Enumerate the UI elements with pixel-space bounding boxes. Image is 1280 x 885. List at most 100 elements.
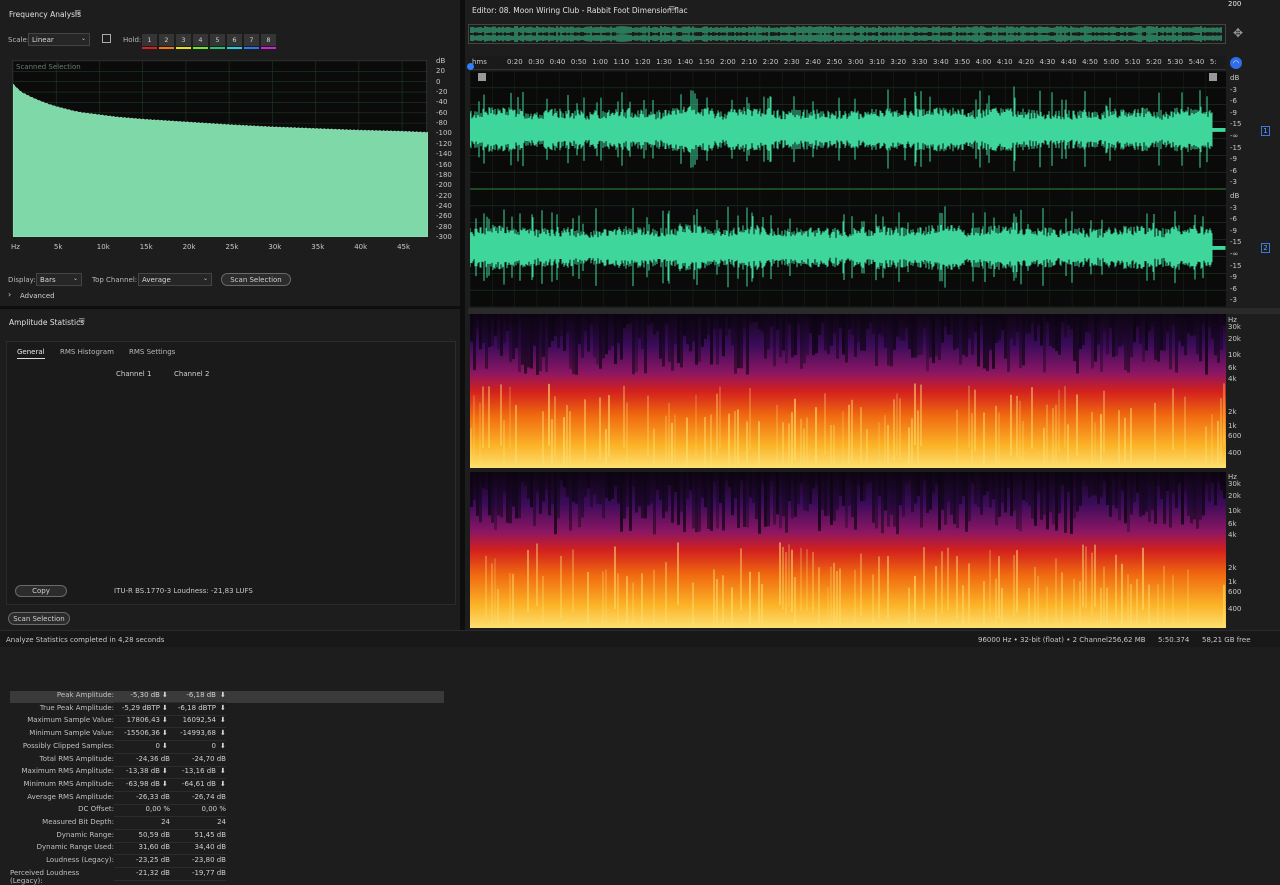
- fade-out-handle[interactable]: [1209, 73, 1217, 81]
- scale-select[interactable]: Linear ⌄: [28, 33, 90, 46]
- spectrogram-column: [908, 314, 911, 350]
- find-icon[interactable]: ⬇: [162, 780, 168, 788]
- copy-graph-icon[interactable]: [102, 34, 111, 43]
- spectrogram-column: [608, 395, 610, 457]
- menu-icon[interactable]: ≡: [74, 8, 82, 18]
- spectrogram-column: [974, 314, 977, 332]
- find-icon[interactable]: ⬇: [162, 742, 168, 750]
- spectrogram-column: [650, 314, 653, 323]
- top-channel-value: Average: [142, 275, 171, 284]
- spectrogram-column: [932, 314, 935, 363]
- channel-2-value: 34,40 dB: [194, 843, 226, 852]
- hold-button-3[interactable]: 3: [176, 34, 191, 46]
- find-icon[interactable]: ⬇: [220, 704, 226, 712]
- scan-selection-button-stats[interactable]: Scan Selection: [8, 612, 70, 625]
- hold-button-4[interactable]: 4: [193, 34, 208, 46]
- spectrogram-column: [869, 472, 872, 483]
- spectrogram-column: [1043, 314, 1046, 373]
- x-tick-label: 15k: [139, 243, 153, 251]
- spectrogram-column: [626, 472, 629, 507]
- spectrogram-column: [524, 314, 527, 374]
- waveform-view[interactable]: [470, 71, 1226, 307]
- fade-in-handle[interactable]: [478, 73, 486, 81]
- zoom-navigator-icon[interactable]: ✥: [1233, 26, 1243, 40]
- display-select[interactable]: Bars ⌄: [36, 273, 82, 286]
- channel-1-badge[interactable]: 1: [1261, 126, 1270, 136]
- spectrogram-column: [1025, 314, 1028, 334]
- spectrogram-column: [470, 472, 473, 507]
- spectrogram-column: [1214, 472, 1217, 506]
- spectrogram-column: [1184, 314, 1187, 356]
- find-icon[interactable]: ⬇: [220, 780, 226, 788]
- spectrogram-column: [788, 314, 791, 325]
- find-icon[interactable]: ⬇: [162, 716, 168, 724]
- hold-button-7[interactable]: 7: [244, 34, 259, 46]
- headphones-icon[interactable]: ◠: [1230, 57, 1242, 69]
- spectrogram-column: [1055, 404, 1057, 467]
- find-icon[interactable]: ⬇: [162, 767, 168, 775]
- hold-button-6[interactable]: 6: [227, 34, 242, 46]
- x-tick-label: 40k: [354, 243, 368, 251]
- find-icon[interactable]: ⬇: [220, 742, 226, 750]
- hz-tick-label: 1k: [1228, 422, 1237, 430]
- spectral-view[interactable]: [470, 314, 1226, 628]
- find-icon[interactable]: ⬇: [220, 767, 226, 775]
- spectrogram-column: [908, 472, 911, 481]
- spectrogram-column: [764, 472, 767, 527]
- overview-strip[interactable]: [468, 24, 1226, 44]
- playhead-marker[interactable]: [467, 63, 474, 70]
- spectrogram-column: [767, 472, 770, 527]
- spectrogram-column: [896, 472, 899, 535]
- spectrogram-column: [920, 472, 923, 528]
- spectrogram-column: [614, 314, 617, 364]
- spectrogram-column: [1088, 472, 1091, 498]
- spectrogram-column: [1079, 314, 1082, 349]
- channel-2-badge[interactable]: 2: [1261, 243, 1270, 253]
- tab-rms-settings[interactable]: RMS Settings: [129, 348, 175, 356]
- spectrogram-column: [827, 314, 830, 355]
- hold-button-8[interactable]: 8: [261, 34, 276, 46]
- advanced-toggle[interactable]: Advanced: [20, 292, 55, 300]
- spectrogram-column: [926, 314, 929, 372]
- find-icon[interactable]: ⬇: [220, 716, 226, 724]
- spectrogram-column: [482, 314, 485, 343]
- spectrogram-column: [956, 556, 958, 619]
- spectrogram-column: [1220, 314, 1223, 350]
- spectrogram-column: [998, 556, 1000, 619]
- spectrogram-column: [542, 575, 544, 628]
- spectrogram-column: [722, 575, 724, 628]
- find-icon[interactable]: ⬇: [162, 729, 168, 737]
- spectrogram-column: [1019, 400, 1021, 463]
- hz-tick-label: 2k: [1228, 408, 1237, 416]
- find-icon[interactable]: ⬇: [220, 729, 226, 737]
- find-icon[interactable]: ⬇: [220, 691, 226, 699]
- menu-icon[interactable]: ≡: [78, 316, 86, 326]
- spectrogram-column: [833, 472, 836, 521]
- chevron-right-icon[interactable]: ›: [8, 290, 11, 299]
- copy-button[interactable]: Copy: [15, 585, 67, 597]
- find-icon[interactable]: ⬇: [162, 704, 168, 712]
- spectrogram-column: [1070, 472, 1073, 534]
- top-channel-select[interactable]: Average ⌄: [138, 273, 212, 286]
- spectrogram-column: [488, 386, 490, 448]
- spectrogram-column: [488, 472, 491, 516]
- spectrogram-column: [827, 472, 830, 516]
- spectrogram-column: [872, 574, 874, 628]
- spectrogram-column: [887, 314, 890, 366]
- spectrogram-column: [698, 314, 701, 362]
- column-header-channel-2: Channel 2: [174, 370, 210, 378]
- hold-button-2[interactable]: 2: [159, 34, 174, 46]
- spectrogram-column: [692, 472, 695, 529]
- find-icon[interactable]: ⬇: [162, 691, 168, 699]
- hold-button-5[interactable]: 5: [210, 34, 225, 46]
- hold-button-1[interactable]: 1: [142, 34, 157, 46]
- spectrogram-column: [878, 314, 881, 334]
- scan-selection-button[interactable]: Scan Selection: [221, 273, 291, 286]
- spectrogram-column: [737, 472, 740, 528]
- tab-rms-histogram[interactable]: RMS Histogram: [60, 348, 114, 356]
- hz-tick-label: 400: [1228, 605, 1242, 613]
- spectrogram-column: [896, 314, 899, 337]
- spectrogram-column: [509, 386, 511, 449]
- tab-general[interactable]: General: [17, 348, 45, 359]
- menu-icon[interactable]: ≡: [668, 4, 676, 14]
